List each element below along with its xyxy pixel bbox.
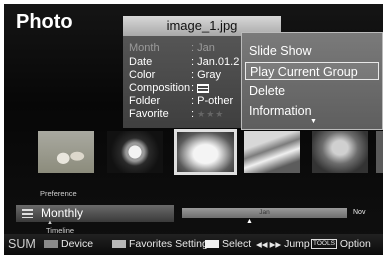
timeline-track[interactable]: Jan xyxy=(182,208,347,218)
device-hint: Device xyxy=(44,238,93,250)
menu-item-slide-show[interactable]: Slide Show xyxy=(245,42,379,60)
photo-thumbnail[interactable] xyxy=(38,131,94,173)
screen-title: Photo xyxy=(16,11,73,33)
photo-thumbnail[interactable] xyxy=(376,131,383,173)
info-key: Color xyxy=(129,69,156,81)
info-row-favorite: Favorite: ★★★ xyxy=(129,108,224,120)
jump-arrows-icon: ◀◀ ▶▶ xyxy=(256,240,282,249)
info-key: Date xyxy=(129,56,153,68)
menu-item-delete[interactable]: Delete xyxy=(245,82,379,100)
list-icon xyxy=(22,209,33,218)
bottom-help-bar: SUM Device Favorites Setting Select ◀◀ ▶… xyxy=(4,234,383,255)
photo-thumbnail[interactable] xyxy=(312,131,368,173)
preference-label: Preference xyxy=(40,189,77,198)
photo-thumbnail[interactable] xyxy=(244,131,300,173)
group-selector[interactable]: Monthly xyxy=(16,205,174,222)
photo-thumbnail[interactable] xyxy=(107,131,163,173)
info-row-folder: Folder : P-other xyxy=(129,95,233,107)
photo-thumbnail-selected[interactable] xyxy=(174,129,237,175)
info-value: : Jan xyxy=(191,42,215,54)
tools-key-icon: TOOLS xyxy=(311,239,337,250)
info-key: Favorite xyxy=(129,108,169,120)
timeline-next-month: Nov xyxy=(353,209,366,216)
context-menu: Slide Show Play Current Group Delete Inf… xyxy=(241,32,383,130)
select-hint: Select xyxy=(205,238,251,250)
light-key-icon xyxy=(112,240,126,249)
favorites-label: Favorites Setting xyxy=(129,238,208,250)
info-row-color: Color : Gray xyxy=(129,69,221,81)
info-row-date: Date : Jan.01.2 xyxy=(129,56,239,68)
favorite-stars-icon: ★★★ xyxy=(197,109,225,119)
info-row-month: Month : Jan xyxy=(129,42,215,54)
menu-item-play-current-group[interactable]: Play Current Group xyxy=(245,62,379,80)
info-value: : xyxy=(191,108,195,120)
jump-hint: ◀◀ ▶▶ Jump xyxy=(256,238,310,250)
photo-browser-screen: Photo image_1.jpg Month: Jan Date: Jan.0… xyxy=(4,4,383,255)
info-value: : xyxy=(191,82,195,94)
favorites-hint: Favorites Setting xyxy=(112,238,208,250)
option-hint: TOOLS Option xyxy=(311,238,371,250)
scroll-down-icon[interactable]: ▼ xyxy=(310,118,317,125)
jump-label: Jump xyxy=(284,238,310,250)
info-row-composition: Composition: xyxy=(129,82,210,94)
enter-key-icon xyxy=(205,240,219,249)
gray-key-icon xyxy=(44,240,58,249)
select-label: Select xyxy=(222,238,252,250)
sum-label: SUM xyxy=(8,237,36,251)
timeline-current-month: Jan xyxy=(259,209,270,216)
info-key: Month xyxy=(129,42,160,54)
info-value: : Jan.01.2 xyxy=(191,56,240,68)
info-key: Composition xyxy=(129,82,191,94)
info-value: : Gray xyxy=(191,69,221,81)
composition-icon xyxy=(197,83,210,93)
option-label: Option xyxy=(339,238,371,250)
group-current: Monthly xyxy=(41,206,84,220)
info-value: : P-other xyxy=(191,95,234,107)
info-key: Folder xyxy=(129,95,161,107)
device-label: Device xyxy=(61,238,94,250)
timeline-marker-icon: ▲ xyxy=(246,218,253,225)
